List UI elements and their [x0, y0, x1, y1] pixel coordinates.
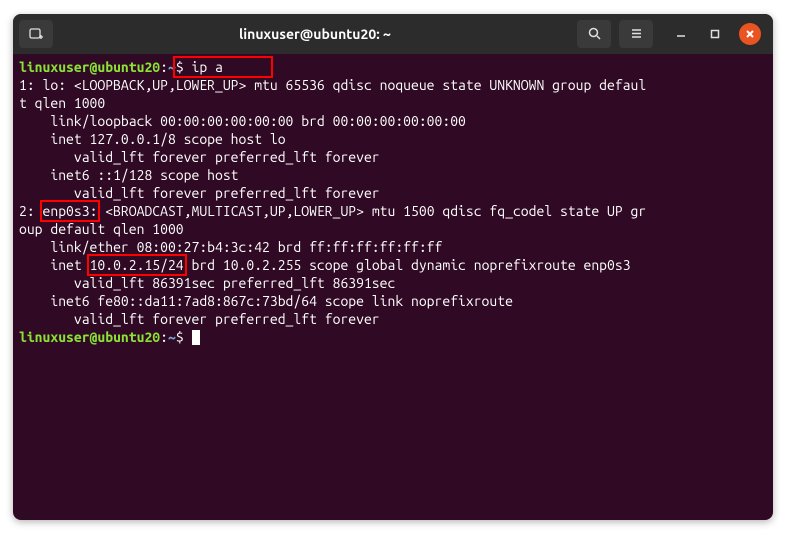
- output-line: oup default qlen 1000: [19, 221, 184, 237]
- interface-highlight: enp0s3:: [40, 200, 101, 222]
- new-tab-icon: [28, 26, 44, 42]
- output-line: inet 127.0.0.1/8 scope host lo: [19, 131, 286, 147]
- ip-address: 10.0.2.15/24: [90, 257, 184, 273]
- close-button[interactable]: [739, 23, 761, 45]
- new-tab-button[interactable]: [19, 20, 53, 48]
- output-line: inet6 ::1/128 scope host: [19, 167, 246, 183]
- prompt-colon: :: [160, 59, 168, 75]
- terminal-window: linuxuser@ubuntu20: ~: [13, 14, 773, 520]
- output-line: valid_lft forever preferred_lft forever: [19, 149, 380, 165]
- prompt-symbol: $: [176, 59, 184, 75]
- output-line: 1: lo: <LOOPBACK,UP,LOWER_UP> mtu 65536 …: [19, 77, 646, 93]
- output-line: t qlen 1000: [19, 95, 105, 111]
- output-line: inet6 fe80::da11:7ad8:867c:73bd/64 scope…: [19, 293, 521, 309]
- hamburger-icon: [629, 26, 644, 41]
- prompt-user: linuxuser@ubuntu20: [19, 329, 160, 345]
- maximize-button[interactable]: [705, 24, 725, 44]
- header-controls: [577, 20, 767, 48]
- output-line: inet: [19, 257, 90, 273]
- prompt-user: linuxuser@ubuntu20: [19, 59, 160, 75]
- cursor: [192, 330, 200, 345]
- window-title: linuxuser@ubuntu20: ~: [59, 26, 571, 42]
- minimize-icon: [675, 28, 687, 40]
- interface-name: enp0s3:: [43, 203, 98, 219]
- terminal-content[interactable]: linuxuser@ubuntu20:~$ ip a 1: lo: <LOOPB…: [13, 54, 773, 350]
- maximize-icon: [709, 28, 721, 40]
- ip-highlight: 10.0.2.15/24: [87, 254, 187, 276]
- menu-button[interactable]: [619, 20, 653, 48]
- output-line: valid_lft forever preferred_lft forever: [19, 185, 380, 201]
- prompt-colon: :: [160, 329, 168, 345]
- command-text: ip a: [192, 59, 223, 75]
- command-highlight: $ ip a: [173, 56, 273, 78]
- prompt-path: ~: [168, 329, 176, 345]
- window-controls: [671, 23, 761, 45]
- output-line: link/ether 08:00:27:b4:3c:42 brd ff:ff:f…: [19, 239, 442, 255]
- titlebar: linuxuser@ubuntu20: ~: [13, 14, 773, 54]
- output-line: valid_lft 86391sec preferred_lft 86391se…: [19, 275, 395, 291]
- search-icon: [587, 26, 602, 41]
- output-line: link/loopback 00:00:00:00:00:00 brd 00:0…: [19, 113, 466, 129]
- output-line: <BROADCAST,MULTICAST,UP,LOWER_UP> mtu 15…: [97, 203, 646, 219]
- prompt-symbol: $: [176, 329, 184, 345]
- output-line: valid_lft forever preferred_lft forever: [19, 311, 380, 327]
- close-icon: [745, 29, 755, 39]
- minimize-button[interactable]: [671, 24, 691, 44]
- search-button[interactable]: [577, 20, 611, 48]
- output-line: brd 10.0.2.255 scope global dynamic nopr…: [184, 257, 631, 273]
